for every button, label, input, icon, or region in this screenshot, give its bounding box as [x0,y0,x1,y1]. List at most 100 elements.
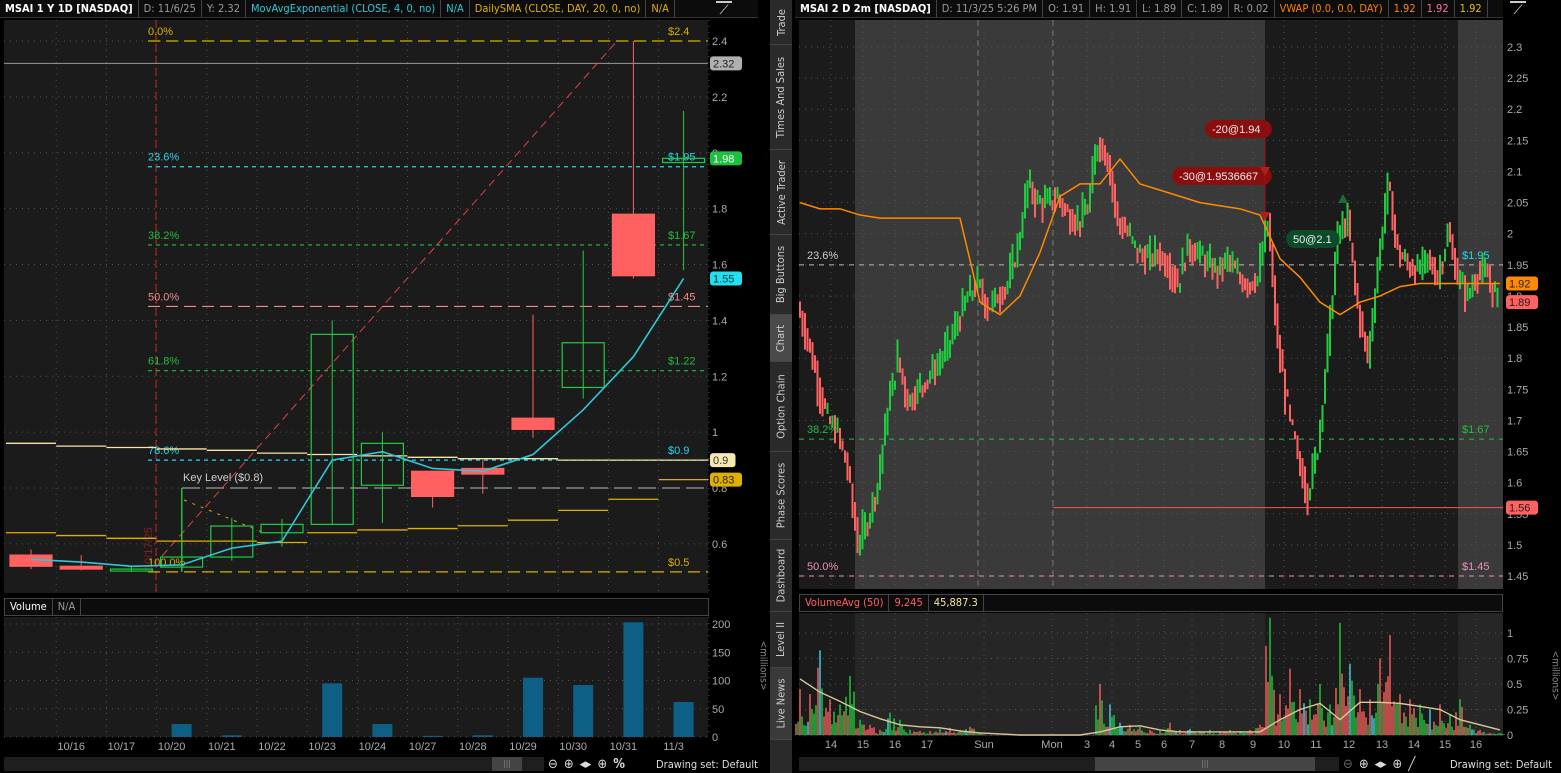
ema-study-label[interactable]: MovAvgExponential (CLOSE, 4, 0, no) [246,0,442,17]
zoom-out-icon[interactable]: ⊖ [548,757,558,772]
candle-down [411,470,455,498]
left-volume-header: Volume N/A [4,598,709,616]
price-axis-tick: 1.65 [1507,447,1528,459]
fib-price-label: $0.9 [668,445,689,457]
price-axis-tick: 1.75 [1507,384,1528,396]
order-label: 50@2.1 [1293,234,1332,246]
price-axis-tick: 1.8 [1507,353,1522,365]
left-scrollbar-thumb[interactable]: ||| [492,757,522,771]
candle-down [611,213,656,277]
sma-study-label[interactable]: DailySMA (CLOSE, DAY, 20, 0, no) [470,0,647,17]
sidebar-tab-times-and-sales[interactable]: Times And Sales [770,45,792,150]
sidebar-tab-big-buttons[interactable]: Big Buttons [770,235,792,315]
time-axis-label: 9 [1250,739,1256,751]
sidebar-tab-trade[interactable]: Trade [770,0,792,45]
fib-percent-label: 23.6% [148,152,179,164]
volume-bar [623,622,644,737]
time-axis-label: 7 [1189,739,1195,751]
drawing-line-icon[interactable]: ╱ [1408,757,1415,772]
right-volume-header: VolumeAvg (50) 9,245 45,887.3 [799,594,1503,612]
price-axis-tick: 2.05 [1507,198,1528,210]
right-chart-tools: ⊖ ⊕ ◂▸ ⊕ ╱ [1343,756,1415,773]
fib-percent-label: 50.0% [148,291,179,303]
volume-title[interactable]: Volume [5,599,53,615]
date-axis-label: 10/28 [459,741,487,753]
volume-axis-tick: 200 [712,619,730,631]
right-drawing-set[interactable]: Drawing set: Default [1450,757,1552,772]
fib-percent-label: 0.0% [148,26,173,38]
vwap-study-label[interactable]: VWAP (0.0, 0.0, DAY) [1275,0,1389,17]
right-high: H: 1.91 [1090,0,1138,17]
time-axis-label: 17 [921,739,933,751]
fib-price-label: $1.45 [1462,561,1490,573]
time-axis-label: 15 [1439,739,1451,751]
price-axis-bubble: 1.89 [1509,297,1530,309]
time-axis-label: 14 [825,739,837,751]
sidebar-tab-label: Trade [774,8,788,36]
fib-price-label: $1.67 [668,230,696,242]
volume-axis-tick: 0 [712,732,718,744]
candle-down [59,565,103,570]
date-axis-label: 10/31 [610,741,638,753]
left-symbol[interactable]: MSAI 1 Y 1D [NASDAQ] [0,0,139,17]
volume-avg-value-2: 45,887.3 [929,595,984,611]
pan-icon[interactable]: ◂▸ [1375,757,1387,772]
sidebar-tab-chart[interactable]: Chart [770,315,792,362]
fib-price-label: $1.22 [668,356,696,368]
sidebar-tab-active-trader[interactable]: Active Trader [770,150,792,235]
time-axis-label: 6 [1161,739,1167,751]
volume-axis-tick: 0.75 [1507,654,1528,666]
price-axis-bubble: 0.83 [713,475,734,487]
price-axis-tick: 2.25 [1507,73,1528,85]
right-scrollbar-thumb[interactable]: ||| [1095,757,1315,771]
left-chart-header: MSAI 1 Y 1D [NASDAQ] D: 11/6/25 Y: 2.32 … [0,0,758,18]
date-axis-label: 10/17 [108,741,136,753]
price-axis-tick: 1.95 [1507,260,1528,272]
sidebar-tab-label: Level II [774,621,788,658]
date-axis-label: 10/29 [509,741,537,753]
time-axis-label: 5 [1135,739,1141,751]
right-symbol[interactable]: MSAI 2 D 2m [NASDAQ] [795,0,937,17]
fib-percent-label: 50.0% [807,561,838,573]
left-drawing-set[interactable]: Drawing set: Default [656,757,758,772]
fib-price-label: $2.4 [668,26,689,38]
sidebar-tab-live-news[interactable]: Live News [770,668,792,740]
vwap-value-3: 1.92 [1455,0,1488,17]
percent-icon[interactable]: % [613,757,625,772]
sidebar-tab-label: Option Chain [774,374,788,439]
crosshair-icon[interactable]: ⊕ [1392,757,1402,772]
price-axis-bubble: 1.56 [1509,503,1530,515]
time-axis-label: Sun [974,739,994,751]
zoom-out-icon[interactable]: ⊖ [1343,757,1353,772]
volume-avg-title[interactable]: VolumeAvg (50) [800,595,890,611]
zoom-in-icon[interactable]: ⊕ [1359,757,1369,772]
left-millions-label: <millions> [757,640,769,691]
volume-axis-tick: 100 [712,676,730,688]
sidebar-tab-option-chain[interactable]: Option Chain [770,362,792,452]
time-axis-label: 12 [1343,739,1355,751]
volume-bar [422,735,443,737]
crosshair-icon[interactable]: ⊕ [597,757,607,772]
right-chart-settings-icon[interactable]: ⟋ [1510,1,1526,18]
price-axis-bubble: 1.98 [713,153,734,165]
sidebar-tab-dashboard[interactable]: Dashboard [770,540,792,612]
extended-hours-shade [855,613,1265,736]
price-axis-bubble: 0.9 [713,455,728,467]
sidebar-tab-level-ii[interactable]: Level II [770,612,792,668]
zoom-in-icon[interactable]: ⊕ [564,757,574,772]
price-axis-tick: 0.6 [712,539,727,551]
date-axis-label: 10/27 [409,741,437,753]
price-axis-tick: 1.85 [1507,322,1528,334]
sidebar-tab-phase-scores[interactable]: Phase Scores [770,452,792,540]
volume-bar [221,735,242,737]
date-axis-label: 10/23 [308,741,336,753]
price-axis-tick: 2.4 [712,36,727,48]
price-axis-tick: 2.2 [1507,104,1522,116]
volume-bar [322,683,343,737]
sma-study-value: N/A [646,0,675,17]
left-horizontal-scrollbar[interactable] [4,757,544,771]
price-axis-tick: 2.15 [1507,135,1528,147]
right-date: D: 11/3/25 5:26 PM [937,0,1044,17]
left-chart-settings-icon[interactable]: ⟋ [716,1,732,18]
pan-icon[interactable]: ◂▸ [580,757,592,772]
